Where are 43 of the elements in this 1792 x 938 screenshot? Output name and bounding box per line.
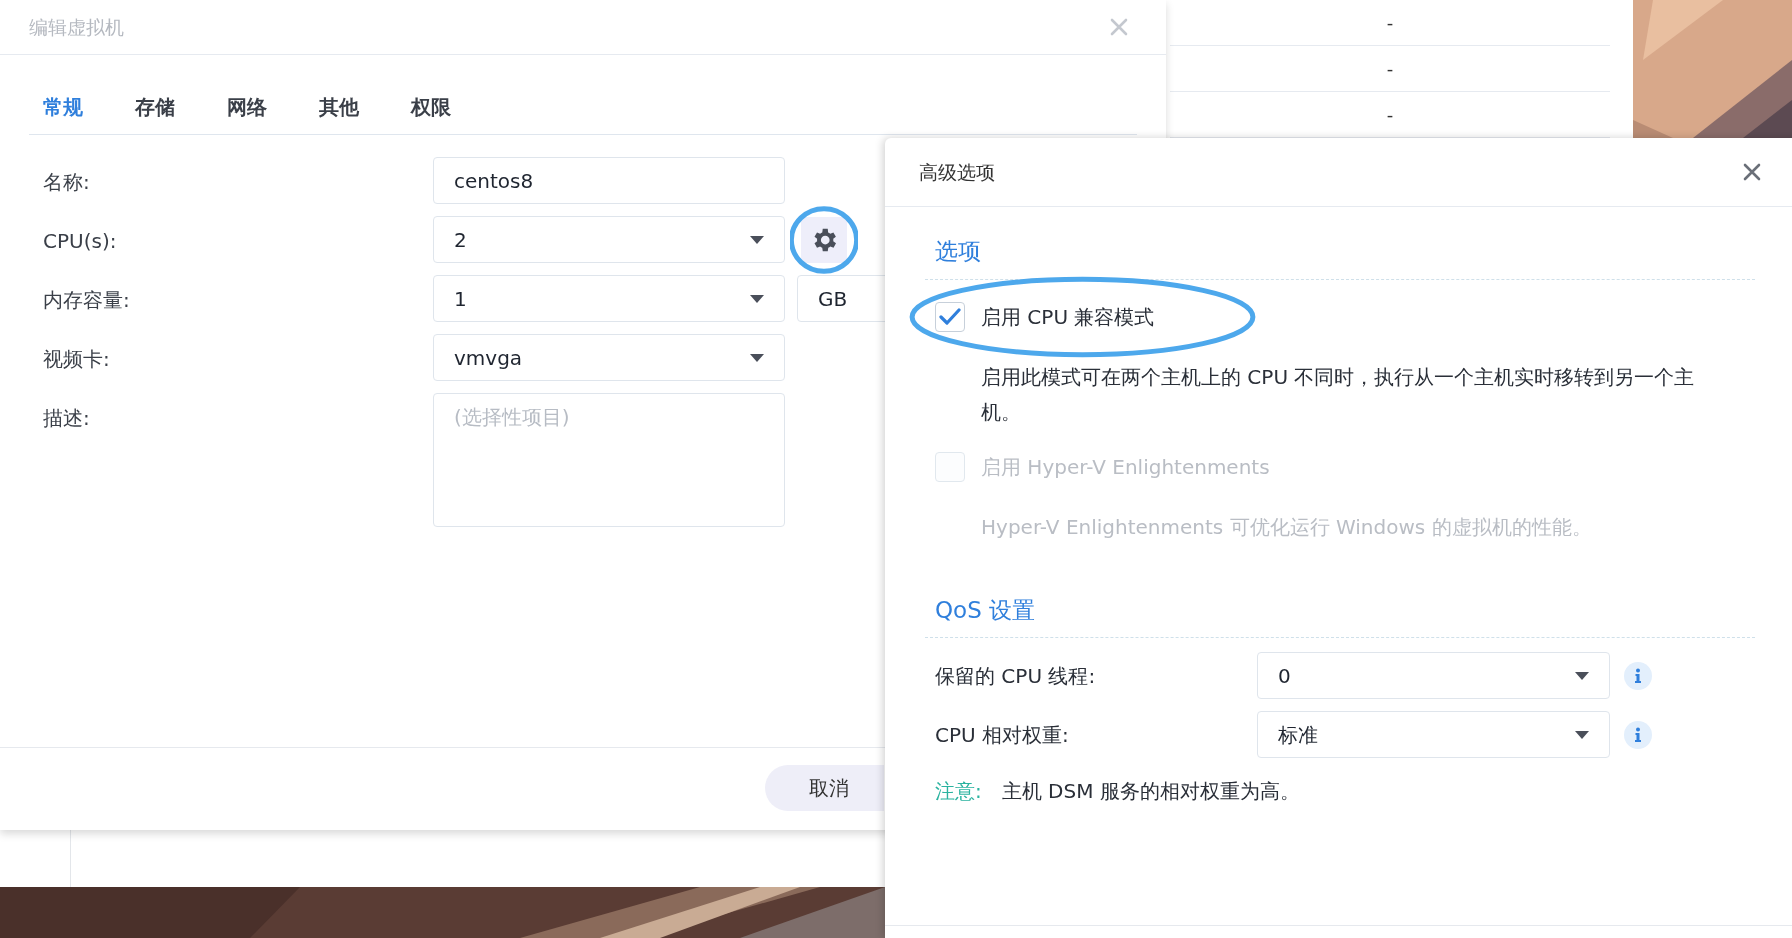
dialog-title: 编辑虚拟机 — [29, 14, 124, 40]
caret-icon — [1575, 730, 1589, 739]
select-field[interactable]: 0 — [1257, 652, 1610, 699]
section-title: 选项 — [935, 238, 981, 264]
close-icon[interactable] — [1743, 163, 1761, 181]
option-label: 启用 CPU 兼容模式 — [981, 303, 1155, 331]
tab[interactable]: 存储 — [135, 92, 175, 122]
checkbox[interactable] — [935, 301, 965, 332]
caret-icon — [1575, 671, 1589, 680]
field-label: 描述: — [43, 405, 90, 432]
table-cell-text: - — [1386, 11, 1394, 35]
checkmark-icon — [939, 307, 961, 326]
tab[interactable]: 权限 — [411, 92, 451, 122]
name-field[interactable]: centos8 — [433, 157, 785, 204]
field-label: 内存容量: — [43, 287, 130, 314]
field-label: 名称: — [43, 169, 90, 196]
field-label: 视频卡: — [43, 346, 110, 373]
section-title: QoS 设置 — [935, 596, 1036, 623]
tab[interactable]: 常规 — [43, 92, 83, 122]
caret-icon — [750, 353, 764, 362]
select-field[interactable]: 1 — [433, 275, 785, 322]
dialog-title: 高级选项 — [919, 159, 995, 185]
select-field[interactable]: 2 — [433, 216, 785, 263]
table-cell-text: - — [1386, 57, 1394, 81]
info-icon[interactable] — [1624, 720, 1652, 749]
caret-icon — [750, 235, 764, 244]
note-label: 注意: — [935, 778, 982, 805]
option-label: 启用 Hyper-V Enlightenments — [981, 453, 1270, 481]
cancel-button[interactable]: 取消 — [765, 765, 884, 811]
field-label: CPU 相对权重: — [935, 721, 1070, 749]
select-field[interactable]: vmvga — [433, 334, 785, 381]
note-text: 主机 DSM 服务的相对权重为高。 — [1001, 778, 1300, 805]
settings-button[interactable] — [801, 217, 847, 263]
tab[interactable]: 网络 — [227, 92, 267, 122]
select-field[interactable]: 标准 — [1257, 711, 1610, 758]
field-label: 保留的 CPU 线程: — [935, 662, 1097, 690]
option-description: Hyper-V Enlightenments 可优化运行 Windows 的虚拟机的性能。 — [981, 513, 1593, 541]
option-description: 启用此模式可在两个主机上的 CPU 不同时，执行从一个主机实时移转到另一个主机。 — [981, 363, 1696, 426]
table-cell-text: - — [1386, 103, 1394, 127]
caret-icon — [750, 294, 764, 303]
field-label: CPU(s): — [43, 228, 117, 255]
tab[interactable]: 其他 — [319, 92, 359, 122]
info-icon[interactable] — [1624, 661, 1652, 690]
